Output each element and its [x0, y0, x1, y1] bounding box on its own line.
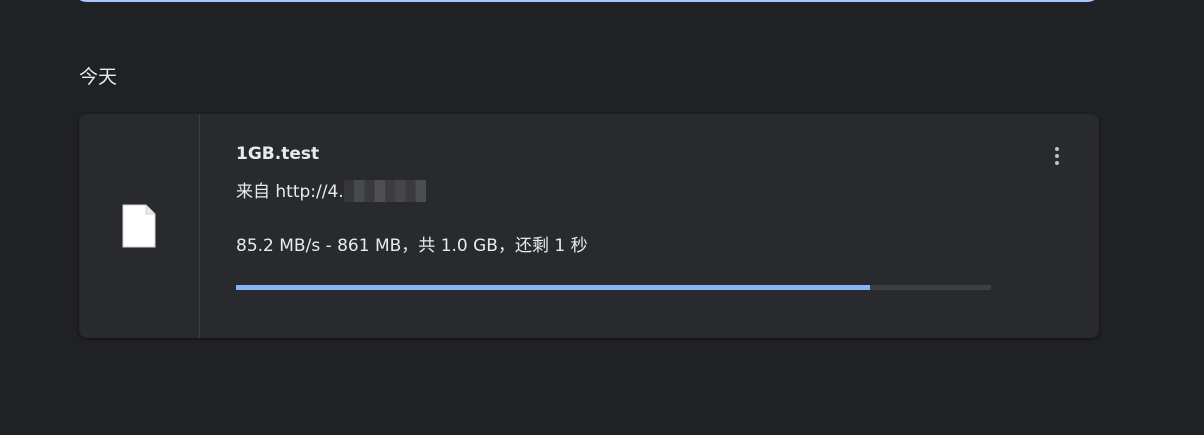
- download-source-text: 来自 http://4.: [236, 182, 344, 202]
- date-section-header: 今天: [79, 66, 118, 88]
- search-input[interactable]: [72, 0, 1102, 2]
- more-vert-icon-dot: [1055, 154, 1059, 158]
- redacted-url-block: [343, 179, 426, 202]
- more-vert-icon-dot: [1055, 161, 1059, 165]
- download-file-name[interactable]: 1GB.test: [236, 143, 319, 165]
- download-source-url[interactable]: 来自 http://4.: [236, 179, 426, 204]
- download-item-card: 1GB.test 来自 http://4. 85.2 MB/s - 861 MB…: [79, 114, 1099, 338]
- download-progress-fill: [236, 285, 871, 290]
- more-actions-button[interactable]: [1043, 142, 1071, 170]
- file-icon-column: [79, 114, 200, 338]
- file-icon: [122, 204, 156, 248]
- download-status-text: 85.2 MB/s - 861 MB，共 1.0 GB，还剩 1 秒: [236, 236, 588, 256]
- download-progress-bar: [236, 285, 991, 290]
- more-vert-icon-dot: [1055, 147, 1059, 151]
